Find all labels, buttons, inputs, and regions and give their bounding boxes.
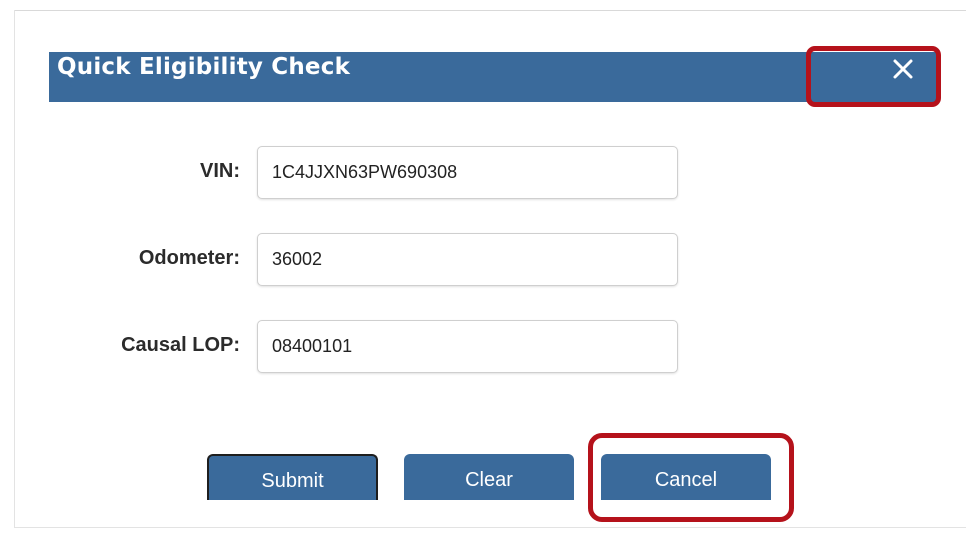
submit-button[interactable]: Submit	[207, 454, 378, 500]
close-button[interactable]	[810, 48, 937, 102]
dialog-border-bottom	[14, 527, 966, 528]
odometer-input[interactable]	[257, 233, 678, 286]
vin-input[interactable]	[257, 146, 678, 199]
dialog-title-bar: Quick Eligibility Check	[49, 52, 937, 102]
odometer-label: Odometer:	[138, 247, 240, 269]
vin-label: VIN:	[200, 160, 240, 182]
dialog-frame: Quick Eligibility Check VIN: Odometer: C…	[0, 0, 966, 533]
causal-lop-input[interactable]	[257, 320, 678, 373]
dialog-border-top	[14, 10, 966, 11]
dialog-title: Quick Eligibility Check	[57, 54, 351, 80]
close-icon[interactable]	[892, 58, 914, 80]
cancel-button[interactable]: Cancel	[601, 454, 771, 500]
clear-button[interactable]: Clear	[404, 454, 574, 500]
causal-lop-label: Causal LOP:	[121, 334, 240, 356]
